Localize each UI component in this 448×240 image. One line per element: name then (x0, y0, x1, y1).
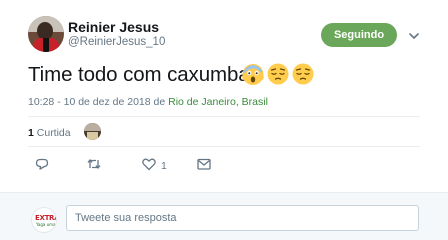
author-avatar[interactable] (28, 16, 64, 52)
divider (28, 116, 420, 117)
avatar-logo-subtext: Yaga uma (36, 222, 56, 227)
tweet-metadata: 10:28 - 10 de dez de 2018 de Rio de Jane… (28, 96, 268, 108)
reply-icon[interactable] (34, 156, 50, 172)
pensive-face-emoji (292, 63, 314, 85)
author-handle[interactable]: @ReinierJesus_10 (68, 36, 165, 48)
liker-avatar[interactable] (84, 123, 101, 140)
like-count: 1 (161, 160, 167, 172)
direct-message-icon[interactable] (196, 156, 212, 172)
tweet-emojis (241, 62, 315, 88)
likes-label: Curtida (36, 127, 71, 139)
tweet-card: Reinier Jesus @ReinierJesus_10 Seguindo … (0, 0, 448, 192)
likes-count: 1 (28, 127, 34, 139)
tweet-timestamp[interactable]: 10:28 - 10 de dez de 2018 de (28, 96, 168, 108)
avatar-logo-text: EXTRA (35, 214, 57, 222)
divider (28, 146, 420, 147)
retweet-icon[interactable] (86, 156, 102, 172)
pensive-face-emoji (267, 63, 289, 85)
tweet-location-link[interactable]: Rio de Janeiro, Brasil (168, 96, 268, 108)
current-user-avatar[interactable]: EXTRA Yaga uma (31, 207, 57, 233)
heart-icon[interactable] (141, 156, 157, 172)
author-name[interactable]: Reinier Jesus (68, 19, 159, 35)
reply-input[interactable] (66, 205, 419, 231)
face-screaming-in-fear-emoji (242, 64, 264, 85)
tweet-actions: 1 (0, 156, 448, 176)
following-button[interactable]: Seguindo (321, 23, 397, 47)
likes-stat[interactable]: 1 Curtida (28, 127, 71, 139)
chevron-down-icon[interactable] (407, 29, 421, 43)
tweet-text: Time todo com caxumba (28, 63, 250, 86)
